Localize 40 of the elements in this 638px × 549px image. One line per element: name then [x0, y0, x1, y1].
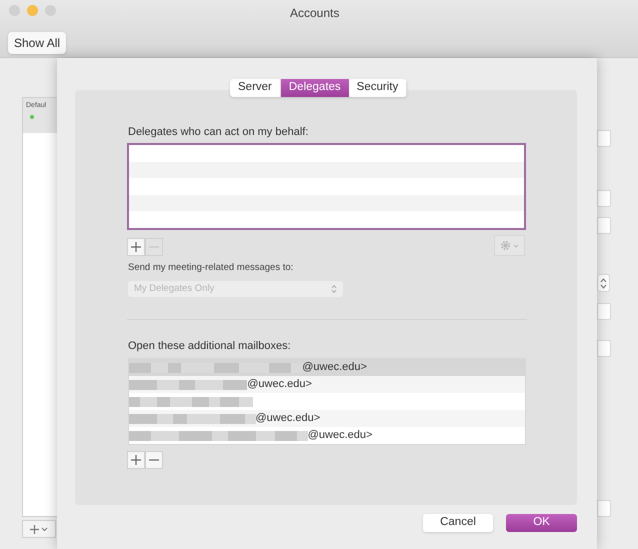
- cancel-button[interactable]: Cancel: [423, 514, 493, 532]
- add-button[interactable]: [127, 238, 145, 256]
- show-all-button[interactable]: Show All: [8, 32, 66, 54]
- text-field[interactable]: [597, 217, 611, 234]
- mailbox-row[interactable]: @uwec.edu>: [129, 427, 525, 444]
- action-menu-button[interactable]: [494, 235, 525, 256]
- add-account-button[interactable]: [22, 520, 56, 538]
- mailbox-address: @uwec.edu>: [308, 428, 372, 444]
- delegates-list[interactable]: [127, 143, 526, 230]
- chevron-down-icon: [513, 244, 519, 248]
- tab[interactable]: Server: [230, 79, 281, 97]
- mailbox-address: @uwec.edu>: [247, 377, 312, 392]
- delegates-label: Delegates who can act on my behalf:: [128, 125, 308, 140]
- add-icon: [131, 455, 141, 465]
- text-field[interactable]: [597, 190, 611, 207]
- add-button[interactable]: [127, 451, 145, 469]
- chevron-down-icon: [41, 526, 48, 532]
- mailboxes-label: Open these additional mailboxes:: [128, 339, 291, 354]
- mailbox-row[interactable]: [129, 393, 525, 410]
- mailbox-address: @uwec.edu>: [302, 360, 367, 376]
- mailbox-address: @uwec.edu>: [256, 411, 320, 426]
- window-title: Accounts: [290, 5, 340, 22]
- stepper-icon: [331, 284, 337, 294]
- gear-icon: [500, 240, 511, 251]
- minimize-icon[interactable]: [27, 5, 38, 16]
- mailbox-row[interactable]: @uwec.edu>: [129, 376, 525, 393]
- text-field[interactable]: [597, 340, 611, 357]
- text-field[interactable]: [597, 500, 611, 517]
- text-field[interactable]: [597, 130, 611, 147]
- stepper-icon[interactable]: [597, 274, 610, 292]
- meeting-label: Send my meeting-related messages to:: [128, 261, 294, 275]
- tab[interactable]: Security: [348, 79, 408, 97]
- mailbox-row[interactable]: @uwec.edu>: [129, 359, 525, 376]
- add-icon: [30, 524, 39, 534]
- mailbox-row[interactable]: @uwec.edu>: [129, 410, 525, 427]
- add-icon: [131, 242, 141, 252]
- ok-button[interactable]: OK: [506, 514, 577, 532]
- tab[interactable]: Delegates: [280, 79, 349, 97]
- text-field[interactable]: [597, 303, 611, 320]
- remove-button[interactable]: [145, 451, 163, 469]
